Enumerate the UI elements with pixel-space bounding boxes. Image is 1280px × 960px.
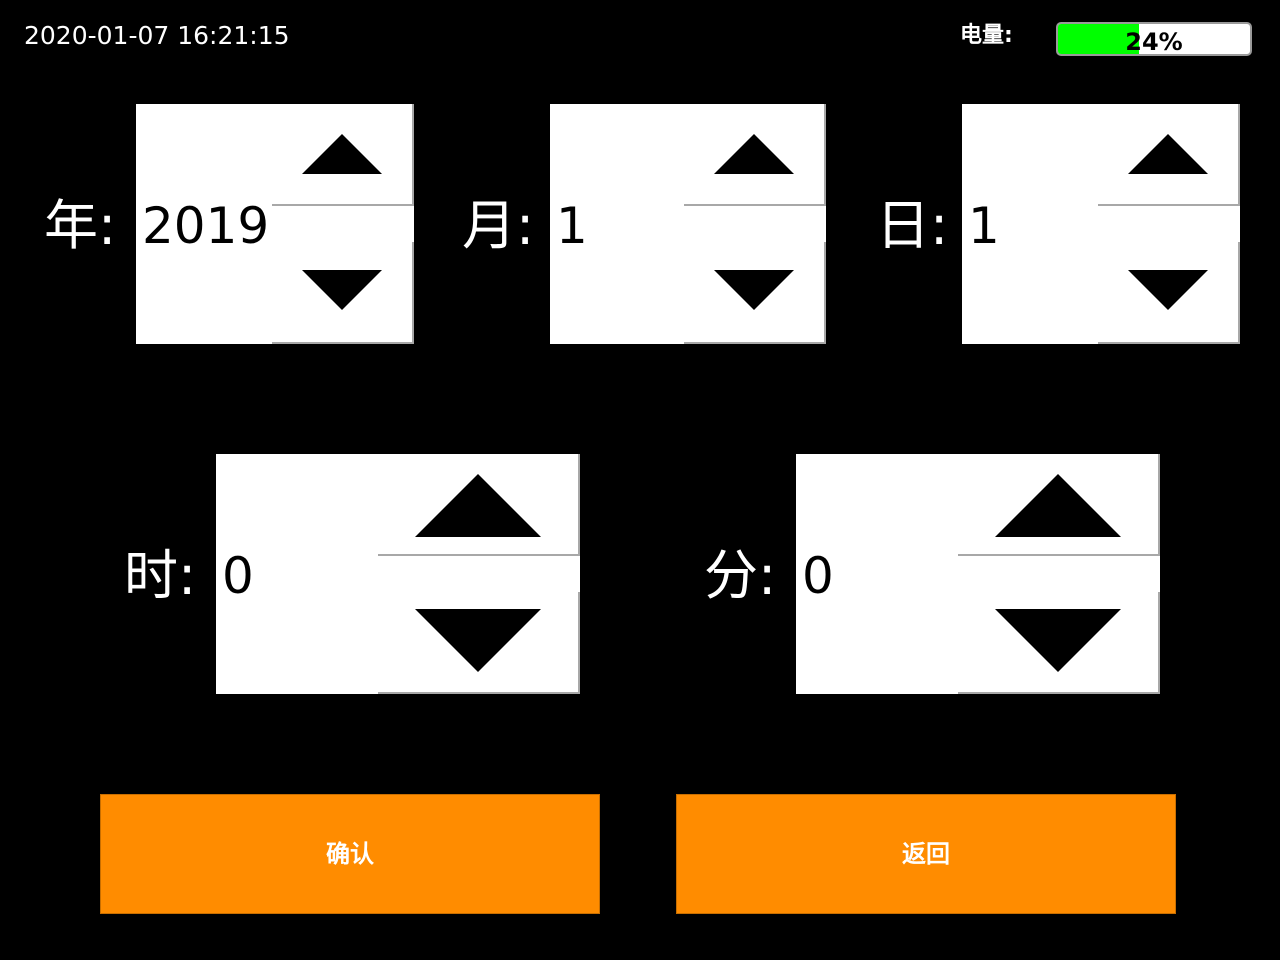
minute-increment-button[interactable]: [958, 454, 1160, 556]
battery-indicator: 24%: [1056, 22, 1252, 56]
day-decrement-button[interactable]: [1098, 242, 1240, 344]
day-increment-button[interactable]: [1098, 104, 1240, 206]
triangle-up-icon: [995, 474, 1121, 537]
month-spinner: 1: [550, 104, 826, 344]
minute-spinner: 0: [796, 454, 1160, 694]
year-value[interactable]: 2019: [142, 196, 269, 256]
minute-label: 分:: [704, 544, 777, 607]
triangle-down-icon: [1128, 270, 1208, 310]
day-label: 日:: [876, 194, 949, 257]
year-spinner: 2019: [136, 104, 414, 344]
triangle-up-icon: [302, 134, 382, 174]
triangle-up-icon: [714, 134, 794, 174]
hour-decrement-button[interactable]: [378, 592, 580, 694]
triangle-down-icon: [995, 609, 1121, 672]
month-decrement-button[interactable]: [684, 242, 826, 344]
triangle-up-icon: [415, 474, 541, 537]
battery-label: 电量:: [960, 23, 1013, 48]
month-value[interactable]: 1: [556, 196, 588, 256]
confirm-button[interactable]: 确认: [100, 794, 600, 914]
month-label: 月:: [462, 194, 535, 257]
month-increment-button[interactable]: [684, 104, 826, 206]
hour-spinner: 0: [216, 454, 580, 694]
day-value[interactable]: 1: [968, 196, 1000, 256]
status-datetime: 2020-01-07 16:21:15: [24, 21, 290, 50]
triangle-down-icon: [415, 609, 541, 672]
triangle-up-icon: [1128, 134, 1208, 174]
triangle-down-icon: [302, 270, 382, 310]
hour-increment-button[interactable]: [378, 454, 580, 556]
year-label: 年:: [44, 194, 117, 257]
triangle-down-icon: [714, 270, 794, 310]
back-button[interactable]: 返回: [676, 794, 1176, 914]
battery-percent-text: 24%: [1125, 28, 1183, 56]
day-spinner: 1: [962, 104, 1240, 344]
hour-label: 时:: [124, 544, 197, 607]
year-increment-button[interactable]: [272, 104, 414, 206]
year-decrement-button[interactable]: [272, 242, 414, 344]
minute-decrement-button[interactable]: [958, 592, 1160, 694]
minute-value[interactable]: 0: [802, 546, 834, 606]
hour-value[interactable]: 0: [222, 546, 254, 606]
